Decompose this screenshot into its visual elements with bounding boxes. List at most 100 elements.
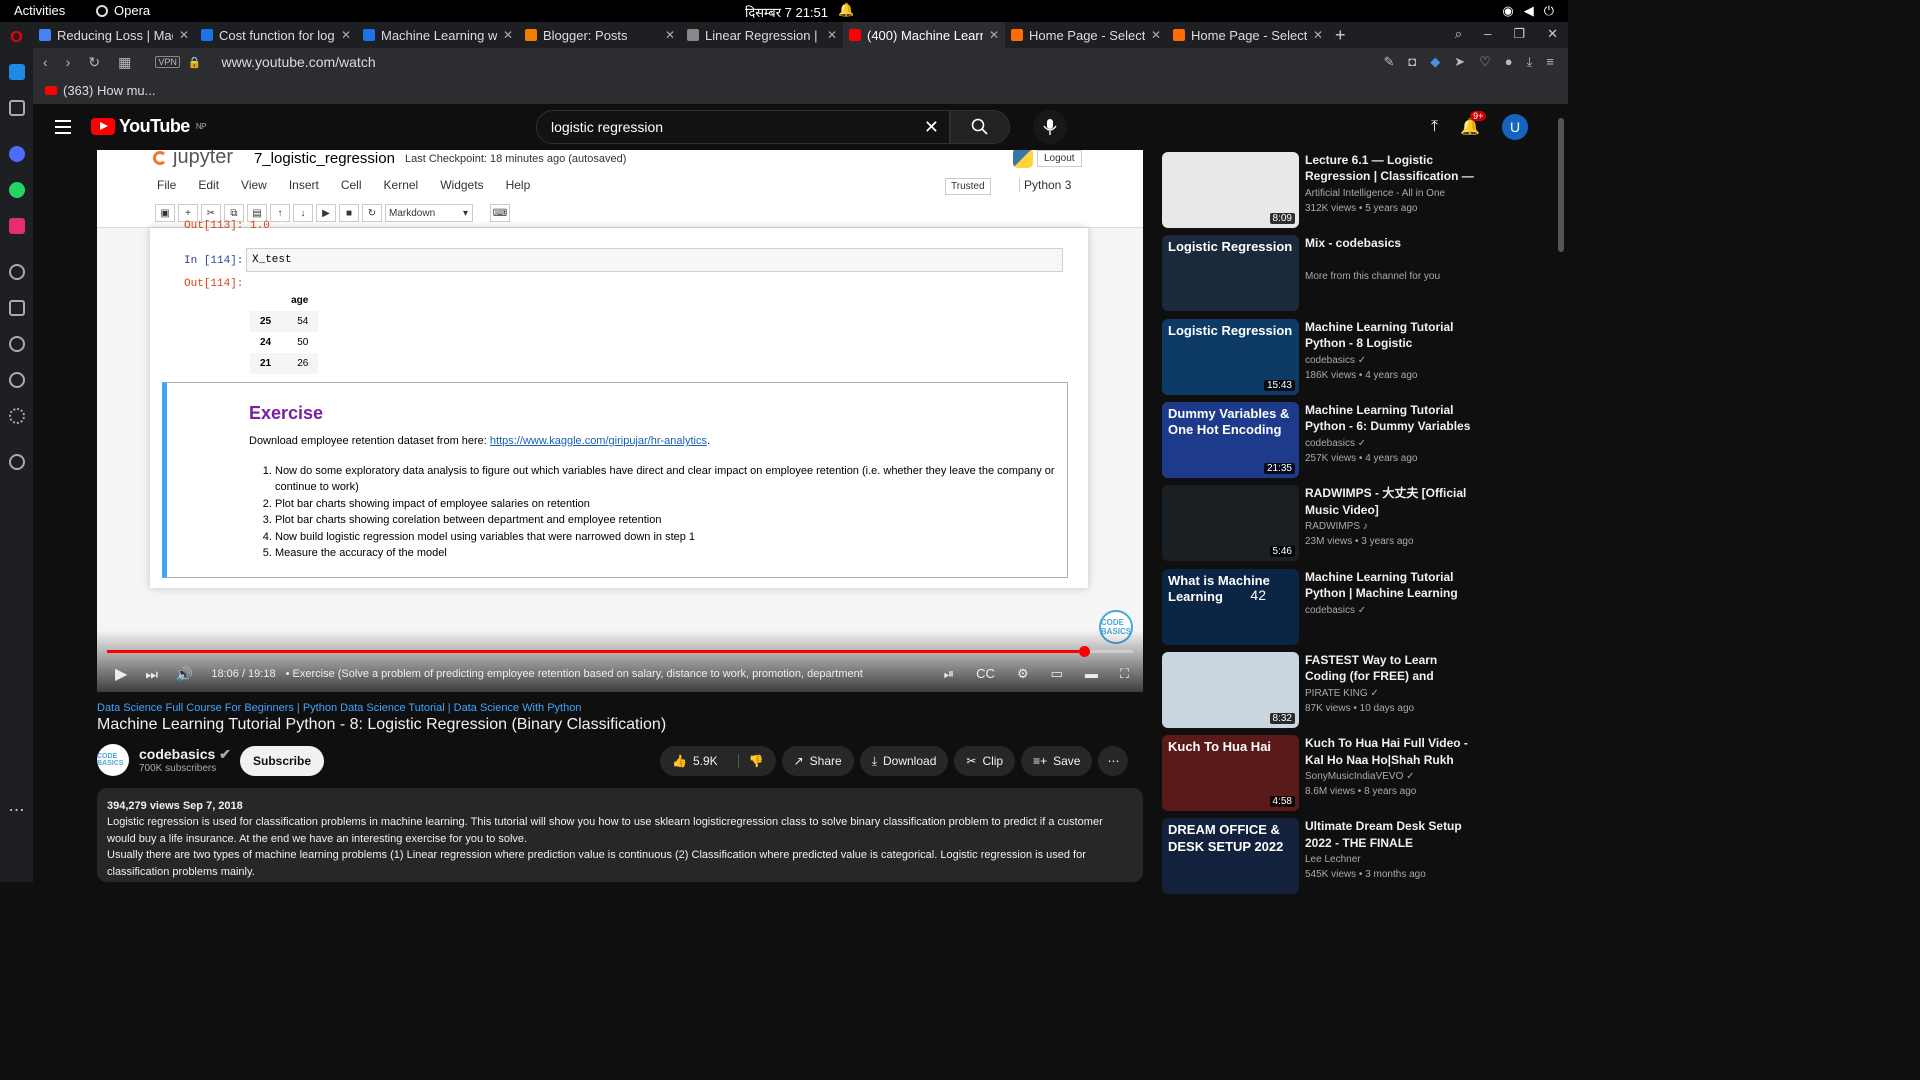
clear-search-icon[interactable]: ✕ bbox=[924, 117, 939, 138]
notifications-button[interactable]: 🔔 9+ bbox=[1460, 111, 1487, 137]
scrubber-handle[interactable] bbox=[1078, 646, 1090, 657]
recommended-video[interactable]: Kuch To Hua Hai 4:58 Kuch To Hua Hai Full … bbox=[1162, 735, 1482, 813]
close-tab-icon[interactable]: ✕ bbox=[827, 28, 837, 42]
recommended-title[interactable]: RADWIMPS - 大丈夫 [Official Music Video] bbox=[1305, 485, 1475, 518]
recommended-title[interactable]: Ultimate Dream Desk Setup 2022 - THE FIN… bbox=[1305, 818, 1475, 851]
recommended-video[interactable]: Dummy Variables & One Hot Encoding 21:35 M… bbox=[1162, 401, 1482, 480]
save-button[interactable]: ≡+ Save bbox=[1021, 746, 1093, 776]
reload-icon[interactable]: ↻ bbox=[88, 54, 100, 71]
download-button[interactable]: ⤓ Download bbox=[859, 746, 949, 776]
avatar[interactable]: U bbox=[1502, 114, 1528, 140]
theater-mode-icon[interactable]: ▬ bbox=[1085, 666, 1098, 682]
settings-gear-icon[interactable]: ⚙ bbox=[1017, 666, 1029, 682]
instagram-icon[interactable] bbox=[8, 218, 25, 234]
camera-icon[interactable]: ◘ bbox=[1408, 54, 1416, 70]
video-thumbnail[interactable]: 8:09 bbox=[1162, 152, 1299, 228]
recommended-video[interactable]: What is Machine Learning 42 Machine Learni… bbox=[1162, 568, 1482, 647]
video-thumbnail[interactable]: Kuch To Hua Hai 4:58 bbox=[1162, 735, 1299, 812]
search-tabs-icon[interactable]: ⌕ bbox=[1455, 26, 1462, 42]
voice-search-button[interactable] bbox=[1033, 110, 1067, 144]
new-tab-button[interactable]: + bbox=[1335, 25, 1346, 46]
whatsapp-icon[interactable] bbox=[8, 182, 25, 198]
browser-tab[interactable]: (400) Machine Learni ✕ bbox=[843, 22, 1005, 48]
page-scrollbar[interactable] bbox=[1558, 118, 1564, 252]
video-thumbnail[interactable]: Logistic Regression bbox=[1162, 235, 1299, 312]
recommended-title[interactable]: Machine Learning Tutorial Python | Machi… bbox=[1305, 569, 1475, 603]
search-input[interactable]: logistic regression ✕ bbox=[536, 110, 950, 144]
share-button[interactable]: ↗ Share bbox=[781, 746, 854, 776]
close-tab-icon[interactable]: ✕ bbox=[665, 28, 675, 42]
settings-icon[interactable] bbox=[8, 408, 25, 424]
recommended-title[interactable]: Kuch To Hua Hai Full Video - Kal Ho Naa … bbox=[1305, 735, 1475, 769]
recommended-title[interactable]: Machine Learning Tutorial Python - 6: Du… bbox=[1305, 402, 1475, 436]
more-icon[interactable]: ⋯ bbox=[9, 800, 25, 819]
shield-icon[interactable]: ◆ bbox=[1430, 54, 1440, 70]
recommended-video[interactable]: 8:09 Lecture 6.1 — Logistic Regression | … bbox=[1162, 152, 1482, 230]
browser-tab[interactable]: Reducing Loss | Mac ✕ bbox=[33, 22, 195, 48]
close-tab-icon[interactable]: ✕ bbox=[503, 28, 513, 42]
recommended-video[interactable]: DREAM OFFICE & DESK SETUP 2022 Ultimate D… bbox=[1162, 818, 1482, 896]
upload-icon[interactable]: ⤒ bbox=[1431, 118, 1438, 136]
browser-tab[interactable]: Home Page - Select o ✕ bbox=[1167, 22, 1329, 48]
recommended-title[interactable]: Machine Learning Tutorial Python - 8 Log… bbox=[1305, 319, 1475, 353]
play-icon[interactable]: ▶ bbox=[115, 664, 127, 684]
playlist-link[interactable]: Data Science Full Course For Beginners |… bbox=[97, 702, 581, 714]
forward-icon[interactable]: › bbox=[66, 54, 71, 71]
opera-logo-icon[interactable]: O bbox=[9, 30, 25, 46]
close-window-button[interactable]: ✕ bbox=[1547, 26, 1558, 42]
recommended-channel[interactable]: PIRATE KING ✓ bbox=[1305, 688, 1379, 699]
recommended-channel[interactable]: codebasics ✓ bbox=[1305, 355, 1366, 366]
volume-icon[interactable]: 🔊 bbox=[176, 666, 193, 683]
video-thumbnail[interactable]: DREAM OFFICE & DESK SETUP 2022 bbox=[1162, 818, 1299, 895]
recommended-channel[interactable]: More from this channel for you bbox=[1305, 271, 1440, 282]
close-tab-icon[interactable]: ✕ bbox=[1151, 28, 1161, 42]
captions-icon[interactable]: CC bbox=[976, 666, 995, 682]
like-button[interactable]: 👍 5.9K 👎 bbox=[660, 746, 776, 776]
recommended-title[interactable]: Mix - codebasics bbox=[1305, 235, 1475, 251]
activities-button[interactable]: Activities bbox=[14, 3, 65, 18]
hamburger-menu-icon[interactable] bbox=[55, 120, 71, 134]
channel-name[interactable]: codebasics ✔ bbox=[139, 746, 231, 763]
progress-bar[interactable] bbox=[107, 646, 1133, 657]
browser-tab[interactable]: Cost function for log ✕ bbox=[195, 22, 357, 48]
video-thumbnail[interactable]: Dummy Variables & One Hot Encoding 21:35 bbox=[1162, 401, 1299, 478]
app-menu[interactable]: Opera bbox=[96, 3, 150, 18]
browser-tab[interactable]: Machine Learning wi ✕ bbox=[357, 22, 519, 48]
youtube-logo[interactable]: YouTube NP bbox=[91, 116, 206, 137]
history-icon[interactable] bbox=[8, 372, 25, 388]
channel-avatar[interactable]: CODE BASICS bbox=[97, 744, 129, 776]
recommended-title[interactable]: FASTEST Way to Learn Coding (for FREE) a… bbox=[1305, 652, 1475, 686]
close-tab-icon[interactable]: ✕ bbox=[1313, 28, 1323, 42]
video-thumbnail[interactable]: 8:32 bbox=[1162, 651, 1299, 728]
video-thumbnail[interactable]: Logistic Regression 15:43 bbox=[1162, 318, 1299, 395]
bookmark-item[interactable]: (363) How mu... bbox=[63, 83, 155, 98]
close-tab-icon[interactable]: ✕ bbox=[989, 28, 999, 42]
send-icon[interactable] bbox=[8, 300, 25, 316]
maximize-button[interactable]: ❐ bbox=[1513, 26, 1525, 42]
minimize-button[interactable]: – bbox=[1484, 26, 1491, 42]
more-actions-button[interactable]: ⋯ bbox=[1098, 746, 1129, 776]
recommended-channel[interactable]: SonyMusicIndiaVEVO ✓ bbox=[1305, 771, 1415, 782]
download-icon[interactable]: ⤓ bbox=[1527, 54, 1533, 70]
recommended-video[interactable]: Logistic Regression 15:43 Machine Learning… bbox=[1162, 318, 1482, 397]
back-icon[interactable]: ‹ bbox=[43, 54, 48, 71]
recommended-channel[interactable]: codebasics ✓ bbox=[1305, 438, 1366, 449]
close-tab-icon[interactable]: ✕ bbox=[341, 28, 351, 42]
recommended-video[interactable]: 8:32 FASTEST Way to Learn Coding (for FRE… bbox=[1162, 651, 1482, 730]
heart-icon[interactable]: ♡ bbox=[1479, 54, 1491, 70]
profile-icon[interactable]: ● bbox=[1505, 54, 1513, 70]
heart-icon[interactable] bbox=[8, 336, 25, 352]
clip-button[interactable]: ✂ Clip bbox=[954, 746, 1016, 776]
recommended-title[interactable]: Lecture 6.1 — Logistic Regression | Clas… bbox=[1305, 152, 1475, 186]
recommended-channel[interactable]: RADWIMPS ♪ bbox=[1305, 521, 1368, 532]
recommended-video[interactable]: Logistic Regression Mix - codebasics More … bbox=[1162, 235, 1482, 313]
lightbulb-icon[interactable] bbox=[8, 454, 25, 470]
video-thumbnail[interactable]: What is Machine Learning 42 bbox=[1162, 568, 1299, 645]
menu-icon[interactable]: ≡ bbox=[1546, 54, 1554, 70]
video-thumbnail[interactable]: 5:46 bbox=[1162, 485, 1299, 562]
home-icon[interactable] bbox=[8, 64, 25, 80]
search-button[interactable] bbox=[950, 110, 1010, 144]
autoplay-toggle-icon[interactable]: ⏯ bbox=[944, 666, 954, 682]
edit-icon[interactable]: ✎ bbox=[1383, 54, 1394, 70]
close-tab-icon[interactable]: ✕ bbox=[179, 28, 189, 42]
